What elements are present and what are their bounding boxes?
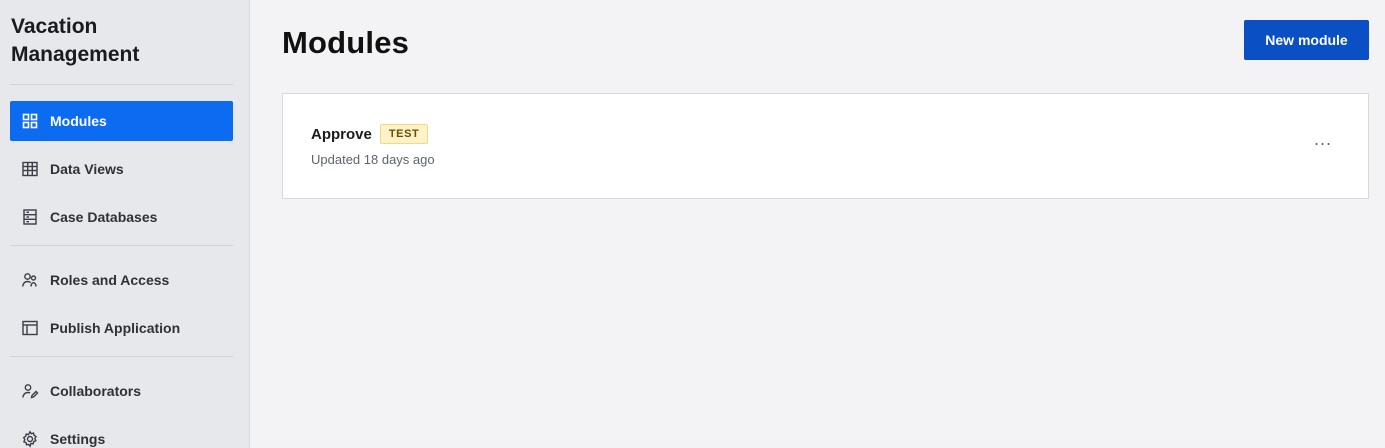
sidebar-divider: [10, 356, 233, 357]
users-icon: [21, 271, 39, 289]
new-module-button[interactable]: New module: [1244, 20, 1369, 60]
sidebar-divider: [10, 84, 233, 85]
gear-icon: [21, 430, 39, 448]
app-root: Vacation Management Modules Data Views C…: [0, 0, 1385, 448]
sidebar: Vacation Management Modules Data Views C…: [0, 0, 250, 448]
app-title-line2: Management: [11, 43, 140, 66]
sidebar-item-case-databases[interactable]: Case Databases: [10, 197, 233, 237]
page-title: Modules: [282, 24, 410, 60]
sidebar-item-publish-application[interactable]: Publish Application: [10, 308, 233, 348]
sidebar-item-roles-and-access[interactable]: Roles and Access: [10, 260, 233, 300]
sidebar-item-label: Roles and Access: [50, 272, 170, 288]
page-header: Modules New module: [282, 0, 1369, 82]
sidebar-item-label: Modules: [50, 113, 107, 129]
app-title: Vacation Management: [10, 12, 233, 69]
more-options-icon[interactable]: ...: [1314, 130, 1332, 148]
database-icon: [21, 208, 39, 226]
sidebar-item-label: Data Views: [50, 161, 124, 177]
sidebar-item-label: Collaborators: [50, 383, 142, 399]
sidebar-divider: [10, 245, 233, 246]
sidebar-item-data-views[interactable]: Data Views: [10, 149, 233, 189]
app-title-line1: Vacation: [11, 15, 98, 38]
table-icon: [21, 160, 39, 178]
module-updated: Updated 18 days ago: [311, 152, 435, 167]
sidebar-item-label: Settings: [50, 431, 106, 447]
module-title-row: Approve TEST: [311, 124, 1368, 144]
sidebar-item-label: Case Databases: [50, 209, 158, 225]
status-badge: TEST: [379, 124, 429, 144]
layout-icon: [21, 319, 39, 337]
sidebar-item-modules[interactable]: Modules: [10, 101, 233, 141]
module-card[interactable]: Approve TEST Updated 18 days ago ...: [282, 93, 1369, 199]
sidebar-item-label: Publish Application: [50, 320, 181, 336]
sidebar-item-settings[interactable]: Settings: [10, 419, 233, 448]
collaborator-icon: [21, 382, 39, 400]
sidebar-item-collaborators[interactable]: Collaborators: [10, 371, 233, 411]
main-content: Modules New module Approve TEST Updated …: [250, 0, 1385, 448]
grid-icon: [21, 112, 39, 130]
module-name[interactable]: Approve: [311, 126, 372, 143]
